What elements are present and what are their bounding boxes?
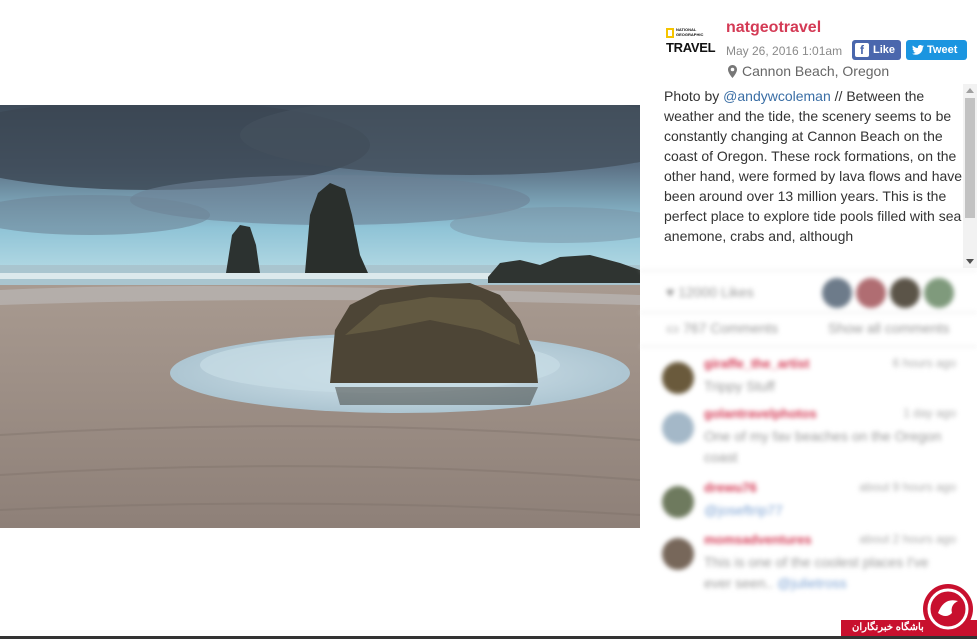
show-all-comments-link[interactable]: Show all comments (828, 320, 949, 336)
national-geographic-logo[interactable]: NATIONAL GEOGRAPHIC TRAVEL (666, 27, 716, 58)
logo-brand-text: TRAVEL (666, 40, 716, 55)
comment-text: Trippy Stuff (704, 378, 775, 394)
beach-photo-image (0, 105, 640, 528)
caption-scrollbar[interactable] (963, 84, 977, 268)
liker-avatar[interactable] (822, 278, 852, 308)
divider (640, 312, 977, 313)
commenter-avatar[interactable] (662, 412, 694, 444)
facebook-icon: f (855, 43, 869, 57)
comment-text: This is one of the coolest places I've e… (704, 552, 944, 594)
scroll-thumb[interactable] (965, 98, 975, 218)
caption-text-area[interactable]: Photo by @andywcoleman // Between the we… (664, 86, 964, 266)
comments-text: 767 Comments (683, 320, 779, 336)
divider (640, 346, 977, 347)
likes-text: 12000 Likes (678, 284, 754, 300)
comment-mention-link[interactable]: @joseftrip77 (704, 502, 783, 518)
comment-text: One of my fav beaches on the Oregon coas… (704, 428, 942, 465)
liker-avatar[interactable] (890, 278, 920, 308)
comment-time: 1 day ago (903, 406, 956, 420)
commenter-username[interactable]: drewu76 (704, 480, 757, 495)
commenter-username[interactable]: golantravelphotos (704, 406, 817, 421)
comment-time: about 2 hours ago (859, 532, 956, 546)
caption-prefix: Photo by (664, 88, 724, 104)
commenter-avatar[interactable] (662, 362, 694, 394)
commenter-username[interactable]: giraffe_the_artist (704, 356, 809, 371)
liker-avatar[interactable] (856, 278, 886, 308)
comment-time: 6 hours ago (892, 356, 956, 370)
commenter-avatar[interactable] (662, 486, 694, 518)
liker-avatar[interactable] (924, 278, 954, 308)
comment-mention-link[interactable]: @julietross (777, 575, 846, 591)
twitter-icon (912, 45, 924, 55)
heart-icon: ♥ (666, 284, 679, 300)
comment-text: @joseftrip77 (704, 500, 944, 521)
facebook-like-button[interactable]: f Like (852, 40, 901, 60)
scroll-down-arrow[interactable] (966, 259, 974, 264)
scroll-up-arrow[interactable] (966, 88, 974, 93)
location-pin-icon (728, 65, 737, 78)
location-text: Cannon Beach, Oregon (742, 63, 890, 79)
tweet-label: Tweet (927, 44, 958, 56)
post-photo[interactable] (0, 105, 640, 528)
comment-icon: ▭ (666, 320, 684, 336)
commenter-username[interactable]: momsadventures (704, 532, 812, 547)
like-label: Like (873, 44, 896, 56)
post-location[interactable]: Cannon Beach, Oregon (728, 63, 889, 79)
comment-time: about 9 hours ago (859, 480, 956, 494)
logo-top-text: NATIONAL GEOGRAPHIC (676, 27, 704, 37)
post-sidebar: NATIONAL GEOGRAPHIC TRAVEL natgeotravel … (640, 0, 977, 639)
username-link[interactable]: natgeotravel (726, 19, 821, 37)
comments-count: ▭ 767 Comments (666, 320, 778, 337)
post-date: May 26, 2016 1:01am (726, 44, 843, 58)
caption-mention-link[interactable]: @andywcoleman (723, 88, 831, 104)
watermark-text: باشگاه خبرنگاران (852, 622, 924, 633)
logo-yellow-frame (666, 28, 674, 38)
divider (640, 270, 977, 271)
caption-body: // Between the weather and the tide, the… (664, 88, 963, 244)
likes-count: ♥ 12000 Likes (666, 284, 754, 300)
commenter-avatar[interactable] (662, 538, 694, 570)
tweet-button[interactable]: Tweet (906, 40, 967, 60)
watermark-logo-icon (923, 584, 973, 634)
